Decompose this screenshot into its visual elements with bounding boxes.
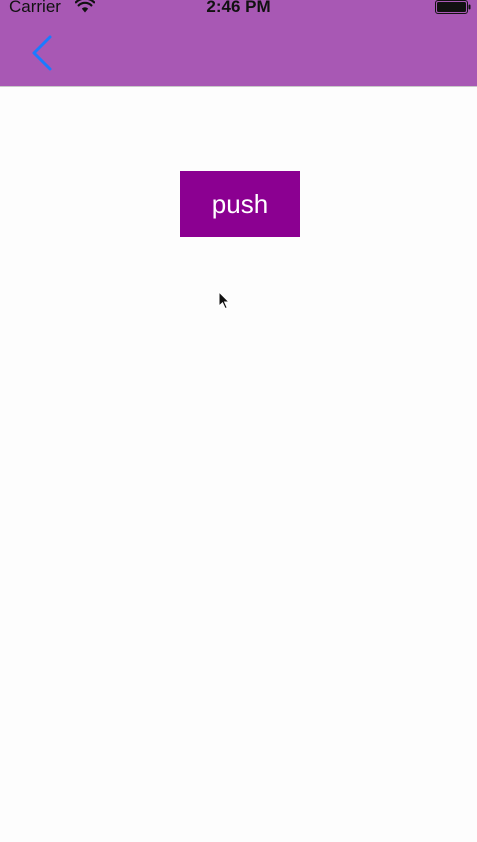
battery-icon — [435, 0, 471, 14]
app-screen: Carrier 2:46 PM push — [0, 0, 477, 842]
back-chevron-icon[interactable] — [28, 34, 58, 72]
navigation-header: Carrier 2:46 PM — [0, 0, 477, 87]
push-button[interactable]: push — [180, 171, 300, 237]
mouse-pointer-icon — [218, 291, 230, 310]
status-time: 2:46 PM — [206, 0, 271, 16]
status-bar: Carrier 2:46 PM — [0, 0, 477, 18]
